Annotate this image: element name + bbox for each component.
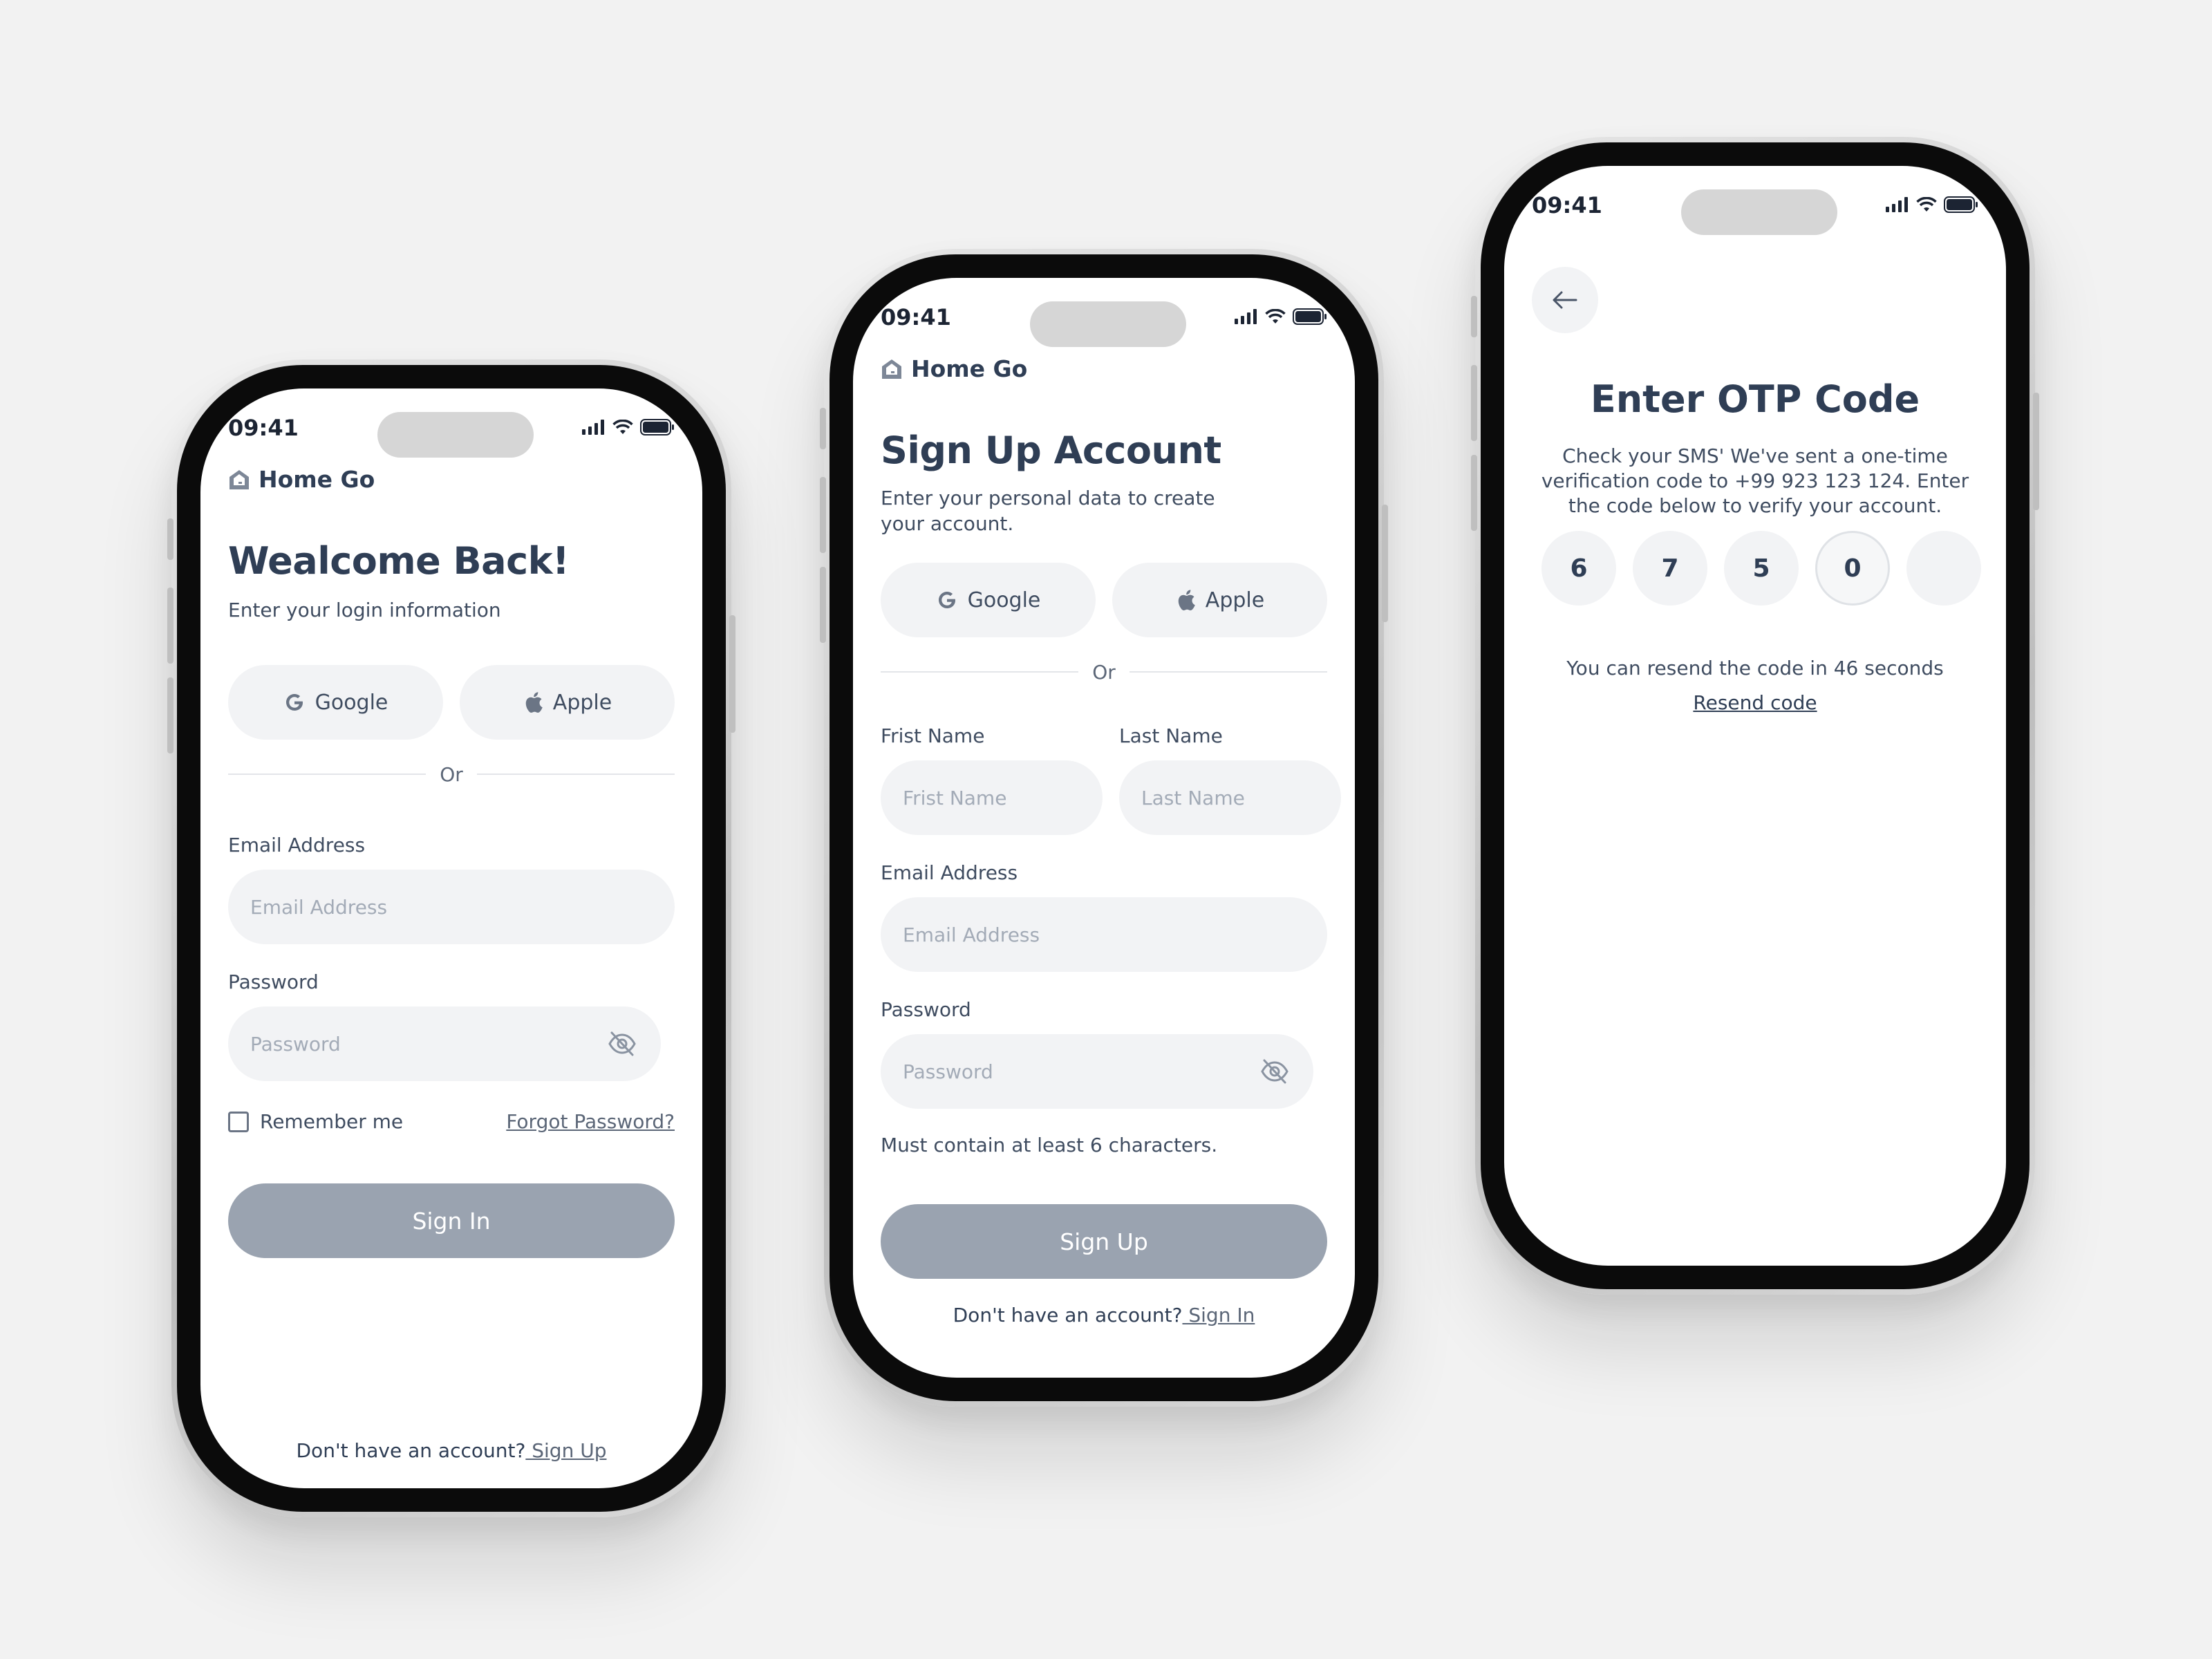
sign-in-button[interactable]: Sign In [228, 1183, 675, 1258]
status-icons [582, 419, 675, 435]
login-screen: 09:41 Home Go Wealcome Back! Enter your … [200, 388, 702, 1488]
forgot-password-link[interactable]: Forgot Password? [506, 1110, 675, 1133]
brand-name: Home Go [259, 466, 375, 493]
remember-checkbox[interactable] [228, 1111, 249, 1132]
apple-label: Apple [552, 690, 612, 715]
footer: Don't have an account? Sign In [853, 1304, 1355, 1327]
status-time: 09:41 [881, 304, 951, 330]
footer: Don't have an account? Sign Up [200, 1439, 702, 1462]
sign-in-link[interactable]: Sign In [1182, 1304, 1255, 1327]
google-icon [938, 592, 955, 608]
status-time: 09:41 [1532, 192, 1602, 218]
sign-up-link[interactable]: Sign Up [525, 1439, 606, 1462]
phone-login: 09:41 Home Go Wealcome Back! Enter your … [167, 359, 735, 1517]
password-input[interactable]: Password [881, 1034, 1313, 1109]
google-label: Google [315, 690, 388, 715]
signup-screen: 09:41 Home Go Sign Up Account Enter your… [853, 278, 1355, 1378]
google-button[interactable]: Google [881, 563, 1096, 637]
page-title: Wealcome Back! [228, 539, 570, 583]
first-name-input[interactable]: Frist Name [881, 760, 1103, 835]
email-label: Email Address [228, 834, 366, 856]
password-label: Password [881, 998, 971, 1021]
resend-code-link[interactable]: Resend code [1504, 691, 2006, 714]
email-placeholder: Email Address [903, 923, 1040, 946]
eye-off-icon[interactable] [607, 1030, 637, 1058]
home-go-logo-icon [882, 359, 901, 379]
wifi-icon [1916, 197, 1937, 212]
google-icon [285, 694, 303, 711]
footer-text: Don't have an account? [296, 1439, 526, 1462]
social-login-row: Google Apple [228, 665, 675, 740]
apple-button[interactable]: Apple [1112, 563, 1327, 637]
dynamic-island [1681, 189, 1837, 235]
password-hint: Must contain at least 6 characters. [881, 1134, 1218, 1156]
otp-digit-3[interactable]: 5 [1724, 531, 1799, 606]
password-placeholder: Password [250, 1032, 341, 1056]
first-name-label: Frist Name [881, 724, 985, 747]
brand-name: Home Go [911, 355, 1028, 382]
dynamic-island [1030, 301, 1186, 347]
status-icons [1235, 308, 1327, 325]
apple-button[interactable]: Apple [460, 665, 675, 740]
divider-text: Or [440, 762, 463, 786]
otp-digit-4[interactable]: 0 [1815, 531, 1890, 606]
sign-up-button[interactable]: Sign Up [881, 1204, 1327, 1279]
signal-icon [1886, 197, 1908, 212]
footer-text: Don't have an account? [953, 1304, 1183, 1327]
divider-text: Or [1092, 660, 1116, 684]
apple-label: Apple [1205, 588, 1265, 612]
google-label: Google [967, 588, 1041, 612]
signal-icon [1235, 309, 1257, 324]
back-button[interactable] [1532, 267, 1598, 333]
first-name-placeholder: Frist Name [903, 786, 1007, 809]
email-placeholder: Email Address [250, 895, 388, 919]
dynamic-island [377, 412, 534, 458]
wifi-icon [612, 420, 633, 434]
apple-icon [1178, 590, 1195, 611]
email-input[interactable]: Email Address [881, 897, 1327, 972]
status-time: 09:41 [228, 415, 299, 441]
battery-icon [1944, 196, 1978, 213]
battery-icon [640, 419, 674, 435]
eye-off-icon[interactable] [1259, 1058, 1290, 1085]
last-name-label: Last Name [1119, 724, 1223, 747]
phone-otp: 09:41 Enter OTP Code Check your SMS' We'… [1471, 137, 2039, 1295]
battery-icon [1293, 308, 1327, 325]
brand: Home Go [881, 355, 1027, 382]
password-placeholder: Password [903, 1060, 993, 1083]
google-button[interactable]: Google [228, 665, 443, 740]
page-title: Enter OTP Code [1590, 377, 1920, 421]
password-input[interactable]: Password [228, 1006, 661, 1081]
or-divider: Or [228, 760, 675, 788]
phone-signup: 09:41 Home Go Sign Up Account Enter your… [820, 249, 1388, 1407]
or-divider: Or [881, 658, 1327, 686]
remember-label: Remember me [260, 1110, 404, 1133]
brand: Home Go [228, 466, 375, 493]
password-label: Password [228, 971, 319, 993]
arrow-left-icon [1553, 291, 1577, 309]
remember-me[interactable]: Remember me [228, 1110, 403, 1133]
wifi-icon [1265, 309, 1286, 324]
page-description: Check your SMS' We've sent a one-time ve… [1541, 444, 1969, 517]
otp-digit-2[interactable]: 7 [1633, 531, 1707, 606]
page-subtitle: Enter your login information [228, 599, 501, 621]
last-name-placeholder: Last Name [1141, 786, 1245, 809]
otp-digit-1[interactable]: 6 [1541, 531, 1616, 606]
page-subtitle: Enter your personal data to create your … [881, 487, 1215, 535]
signal-icon [582, 420, 604, 435]
otp-digit-5[interactable] [1906, 531, 1981, 606]
apple-icon [525, 692, 543, 713]
last-name-input[interactable]: Last Name [1119, 760, 1341, 835]
email-input[interactable]: Email Address [228, 870, 675, 944]
otp-input-row: 6 7 5 0 [1541, 531, 1981, 606]
resend-countdown: You can resend the code in 46 seconds [1566, 657, 1944, 679]
status-icons [1886, 196, 1978, 213]
home-go-logo-icon [229, 469, 249, 489]
email-label: Email Address [881, 861, 1018, 884]
page-title: Sign Up Account [881, 429, 1221, 472]
social-login-row: Google Apple [881, 563, 1327, 637]
otp-screen: 09:41 Enter OTP Code Check your SMS' We'… [1504, 166, 2006, 1266]
